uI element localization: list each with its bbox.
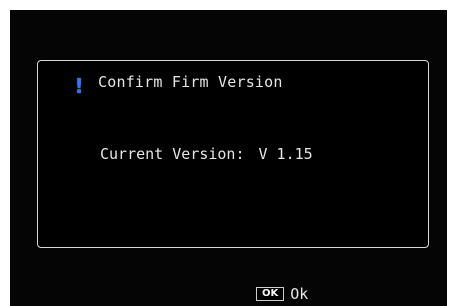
camera-screen: ! Confirm Firm Version Current Version: V… bbox=[10, 10, 447, 306]
ok-key-icon: OK bbox=[256, 287, 285, 301]
firmware-dialog: ! Confirm Firm Version Current Version: V… bbox=[37, 60, 429, 248]
ok-button[interactable]: OK Ok bbox=[256, 286, 308, 302]
current-version-value: V 1.15 bbox=[258, 145, 313, 163]
ok-label: Ok bbox=[290, 285, 309, 303]
current-version-row: Current Version: V 1.15 bbox=[100, 145, 313, 163]
exclamation-icon: ! bbox=[74, 74, 84, 98]
current-version-label: Current Version: bbox=[100, 145, 245, 163]
dialog-title: Confirm Firm Version bbox=[98, 73, 283, 91]
